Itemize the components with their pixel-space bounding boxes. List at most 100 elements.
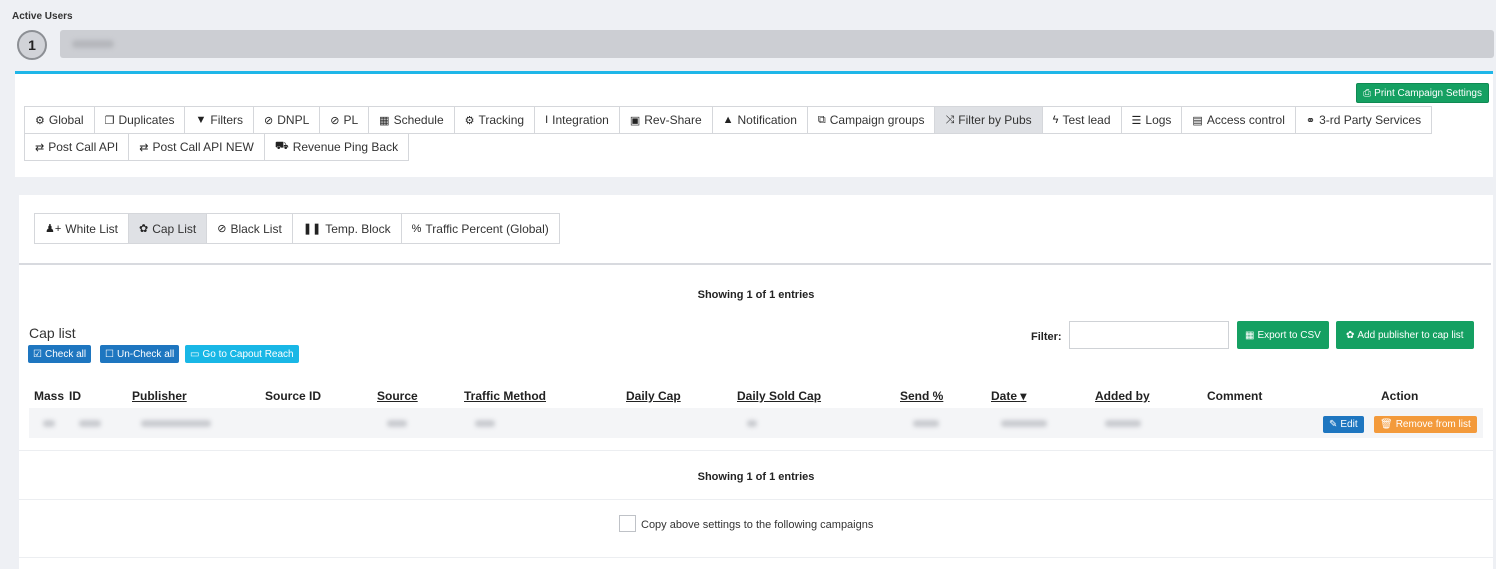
money-icon: ▣ xyxy=(629,114,641,127)
tab-notification[interactable]: ▲ Notification xyxy=(711,106,808,134)
print-campaign-settings-button[interactable]: ⎙ Print Campaign Settings xyxy=(1356,83,1489,103)
copy-settings-checkbox[interactable] xyxy=(619,515,636,532)
copy-settings-label: Copy above settings to the following cam… xyxy=(641,519,874,531)
subtab-cap-list[interactable]: ✿ Cap List xyxy=(127,213,208,244)
go-to-capout-reach-button[interactable]: ▭ Go to Capout Reach xyxy=(185,345,299,363)
subtab-black-list[interactable]: ⊘ Black List xyxy=(206,213,293,244)
col-source[interactable]: Source xyxy=(377,389,418,403)
col-daily-cap[interactable]: Daily Cap xyxy=(626,389,681,403)
redacted-date xyxy=(1001,420,1047,427)
tab-pl[interactable]: ⊘ PL xyxy=(319,106,370,134)
tab-filter-by-pubs[interactable]: ⤨ Filter by Pubs xyxy=(934,106,1043,134)
subtab-temp-block[interactable]: ❚❚ Temp. Block xyxy=(291,213,402,244)
redacted-daily-sold-cap xyxy=(747,420,757,427)
tab-label: Access control xyxy=(1206,113,1285,127)
col-traffic-method[interactable]: Traffic Method xyxy=(464,389,546,403)
subtab-white-list[interactable]: ♟+ White List xyxy=(34,213,129,244)
tab-label: PL xyxy=(343,113,359,127)
tab-test-lead[interactable]: ϟ Test lead xyxy=(1041,106,1122,134)
campaign-settings-panel: ⎙ Print Campaign Settings ⚙ Global ❐ Duplic… xyxy=(15,71,1493,177)
list-icon: ☰ xyxy=(1131,114,1142,127)
export-csv-button[interactable]: ▦ Export to CSV xyxy=(1237,321,1329,349)
col-daily-sold-cap[interactable]: Daily Sold Cap xyxy=(737,389,821,403)
subtab-label: White List xyxy=(65,221,118,236)
go-to-capout-reach-label: Go to Capout Reach xyxy=(202,348,294,360)
tab-integration[interactable]: I Integration xyxy=(534,106,620,134)
col-mass: Mass xyxy=(34,389,65,403)
tab-revenue-ping-back[interactable]: ⛟ Revenue Ping Back xyxy=(263,133,410,161)
check-square-icon: ☑ xyxy=(33,348,42,360)
row-checkbox[interactable] xyxy=(43,420,55,427)
check-all-button[interactable]: ☑ Check all xyxy=(28,345,92,363)
redacted-publisher xyxy=(141,420,211,427)
ban-icon: ⊘ xyxy=(264,114,274,127)
remove-from-list-label: Remove from list xyxy=(1395,419,1471,430)
col-added-by[interactable]: Added by xyxy=(1095,389,1150,403)
pause-icon: ❚❚ xyxy=(302,223,322,235)
subtab-label: Cap List xyxy=(152,221,197,236)
subtab-traffic-percent-global[interactable]: % Traffic Percent (Global) xyxy=(400,213,560,244)
tab-post-call-api[interactable]: ⇄ Post Call API xyxy=(24,133,130,161)
export-csv-label: Export to CSV xyxy=(1257,329,1321,341)
calendar-icon: ▦ xyxy=(379,114,390,127)
window-icon: ▭ xyxy=(190,348,200,360)
col-date[interactable]: Date ▾ xyxy=(991,389,1026,403)
uncheck-all-button[interactable]: ☐ Un-Check all xyxy=(100,345,180,363)
active-users-count: 1 xyxy=(17,30,47,60)
tab-logs[interactable]: ☰ Logs xyxy=(1120,106,1183,134)
col-date-label: Date xyxy=(991,389,1018,403)
table-row xyxy=(29,408,1483,438)
tab-label: Revenue Ping Back xyxy=(292,140,399,154)
tab-filters[interactable]: ▼ Filters xyxy=(184,106,255,134)
showing-entries-top: Showing 1 of 1 entries xyxy=(697,289,815,301)
redacted-send-pct xyxy=(913,420,939,427)
check-all-label: Check all xyxy=(44,348,87,360)
edit-label: Edit xyxy=(1340,419,1358,430)
tab-campaign-groups[interactable]: ⧉ Campaign groups xyxy=(806,106,936,134)
active-users-bar xyxy=(60,30,1494,58)
ban-icon: ⊘ xyxy=(217,223,227,235)
filter-input[interactable] xyxy=(1069,321,1229,349)
gear-icon: ✿ xyxy=(138,223,149,235)
tab-label: Duplicates xyxy=(118,113,175,127)
redacted-added-by xyxy=(1105,420,1141,427)
sub-tabs: ♟+ White List ✿ Cap List ⊘ Black List ❚❚ Temp. … xyxy=(34,213,560,244)
filter-icon: ▼ xyxy=(195,114,207,126)
tab-rev-share[interactable]: ▣ Rev-Share xyxy=(618,106,713,134)
file-icon: ▤ xyxy=(1192,114,1203,127)
divider xyxy=(19,263,1491,265)
tab-3-rd-party-services[interactable]: ⚭ 3-rd Party Services xyxy=(1294,106,1433,134)
showing-entries-bottom: Showing 1 of 1 entries xyxy=(697,471,815,483)
tab-label: Filter by Pubs xyxy=(958,113,1032,127)
filter-by-pubs-panel: ♟+ White List ✿ Cap List ⊘ Black List ❚❚ Temp. … xyxy=(19,195,1493,569)
subtab-label: Temp. Block xyxy=(325,221,391,236)
col-send-pct[interactable]: Send % xyxy=(900,389,943,403)
tab-tracking[interactable]: ⚙ Tracking xyxy=(453,106,536,134)
add-publisher-label: Add publisher to cap list xyxy=(1357,329,1464,341)
divider xyxy=(19,450,1493,451)
active-users-label: Active Users xyxy=(12,11,73,22)
gear-icon: ✿ xyxy=(1346,329,1355,341)
tab-schedule[interactable]: ▦ Schedule xyxy=(368,106,455,134)
tab-label: Campaign groups xyxy=(829,113,925,127)
bolt-icon: ϟ xyxy=(1052,114,1059,126)
tab-label: 3-rd Party Services xyxy=(1319,113,1422,127)
gears-icon: ⚙ xyxy=(35,114,45,127)
tab-global[interactable]: ⚙ Global xyxy=(24,106,95,134)
exchange-icon: ⇄ xyxy=(35,141,45,154)
col-publisher[interactable]: Publisher xyxy=(132,389,187,403)
add-publisher-button[interactable]: ✿ Add publisher to cap list xyxy=(1336,321,1474,349)
remove-from-list-button[interactable]: 🗑 Remove from list xyxy=(1374,416,1477,433)
tab-label: Post Call API NEW xyxy=(152,140,254,154)
redacted-source xyxy=(387,420,407,427)
object-group-icon: ⧉ xyxy=(817,113,826,126)
edit-button[interactable]: ✎ Edit xyxy=(1323,416,1364,433)
percent-icon: % xyxy=(411,222,422,235)
tab-access-control[interactable]: ▤ Access control xyxy=(1181,106,1296,134)
cart-icon: ⛟ xyxy=(274,140,289,152)
tab-dnpl[interactable]: ⊘ DNPL xyxy=(253,106,321,134)
col-comment: Comment xyxy=(1207,389,1263,403)
tab-post-call-api-new[interactable]: ⇄ Post Call API NEW xyxy=(128,133,265,161)
tab-label: Filters xyxy=(210,113,244,127)
tab-duplicates[interactable]: ❐ Duplicates xyxy=(93,106,186,134)
